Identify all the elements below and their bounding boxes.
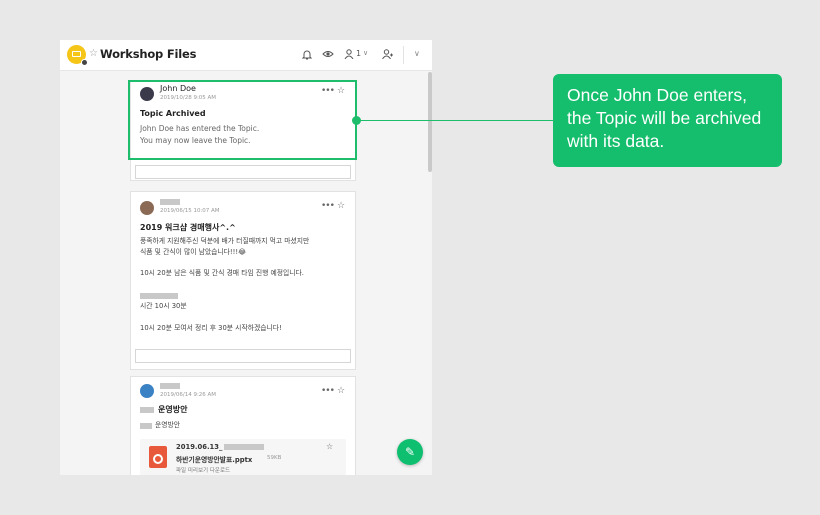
message-body-3: 시간 10시 30분 (140, 302, 187, 310)
members-chevron-icon[interactable]: ∨ (363, 49, 368, 57)
chevron-down-icon[interactable]: ∨ (414, 49, 420, 58)
file-star-icon[interactable]: ☆ (326, 442, 333, 451)
eye-icon[interactable] (322, 49, 334, 59)
author-name[interactable] (160, 197, 180, 206)
star-icon[interactable]: ☆ (337, 201, 345, 211)
message-card-auction: 2019/06/15 10:07 AM ••• ☆ 2019 워크샵 경매행사^… (130, 191, 356, 370)
message-heading: 2019 워크샵 경매행사^.^ (140, 223, 236, 232)
topic-header: ☆ Workshop Files 1 ∨ ∨ (60, 40, 432, 71)
message-body-1: 풍족하게 지원해주신 덕분에 배가 터질때까지 먹고 마셨지만 식품 및 간식이… (140, 237, 310, 256)
members-icon[interactable] (344, 49, 354, 59)
comment-input[interactable] (135, 165, 351, 179)
comment-input[interactable] (135, 349, 351, 363)
file-size: 59KB (267, 455, 282, 461)
file-attachment[interactable]: 2019.06.13_ 하반기운영방안발표.pptx 59KB 파일 미리보기 … (140, 439, 346, 475)
compose-pencil-button[interactable]: ✎ (397, 439, 423, 465)
favorite-star-icon[interactable]: ☆ (89, 48, 98, 59)
message-body-4: 10시 20분 모여서 정리 후 30분 시작하겠습니다! (140, 324, 282, 332)
timestamp: 2019/06/15 10:07 AM (160, 208, 220, 214)
more-icon[interactable]: ••• (321, 201, 335, 211)
message-card-plan: 2019/06/14 9:26 AM ••• ☆ 운영방안 운영방안 2019.… (130, 376, 356, 475)
file-actions[interactable]: 파일 미리보기 다운로드 (176, 466, 230, 474)
connector-line (357, 120, 553, 121)
bell-icon[interactable] (302, 49, 312, 60)
highlight-frame (128, 80, 357, 160)
invite-user-icon[interactable] (382, 49, 393, 59)
message-heading: 운영방안 (158, 405, 188, 414)
pptx-file-icon (149, 446, 167, 468)
avatar (140, 201, 154, 215)
members-count[interactable]: 1 (356, 49, 361, 58)
message-body: 운영방안 (155, 421, 181, 429)
redacted-text (140, 293, 178, 299)
topic-title: Workshop Files (100, 47, 197, 61)
connector-dot (352, 116, 361, 125)
star-icon[interactable]: ☆ (337, 386, 345, 396)
timestamp: 2019/06/14 9:26 AM (160, 392, 217, 398)
more-icon[interactable]: ••• (321, 386, 335, 396)
topic-logo-icon (67, 45, 88, 66)
header-divider (403, 46, 404, 64)
tooltip-callout: Once John Doe enters, the Topic will be … (553, 74, 782, 167)
file-name-line-1: 2019.06.13_ (176, 443, 265, 451)
avatar (140, 384, 154, 398)
author-name[interactable] (160, 381, 180, 390)
scrollbar[interactable] (428, 72, 432, 172)
file-name-line-2: 하반기운영방안발표.pptx (176, 456, 253, 464)
message-body-2: 10시 20분 남은 식품 및 간식 경매 타임 진행 예정입니다. (140, 269, 304, 277)
